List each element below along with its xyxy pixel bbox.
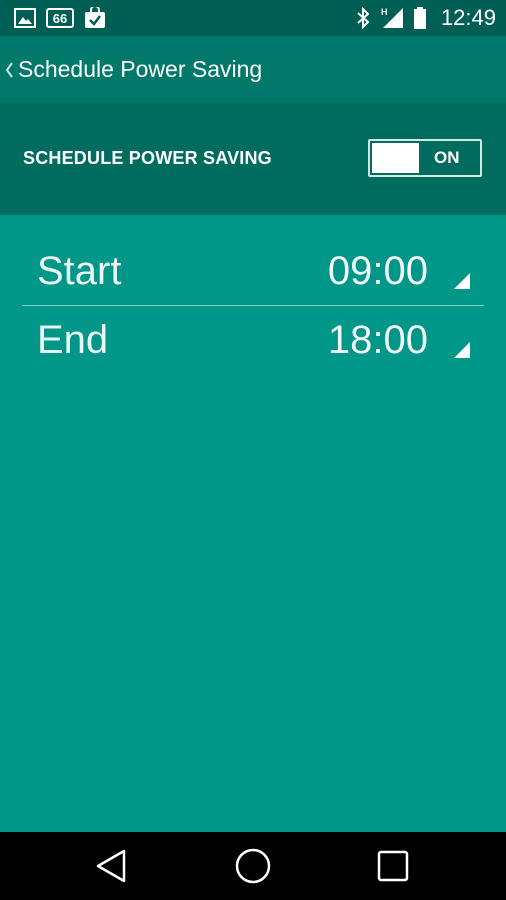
chevron-left-icon	[4, 61, 14, 79]
toggle-label: SCHEDULE POWER SAVING	[23, 148, 272, 168]
battery-icon	[413, 6, 427, 30]
toggle-section: SCHEDULE POWER SAVING ON	[0, 103, 506, 215]
start-time-value[interactable]: 09:00	[328, 249, 428, 294]
notification-icons: 66	[14, 5, 106, 29]
navigation-bar	[0, 832, 506, 900]
switch-state-text: ON	[434, 148, 460, 167]
check-bag-icon	[84, 5, 106, 29]
schedule-list: Start 09:00 End 18:00	[22, 237, 484, 374]
page-title: Schedule Power Saving	[18, 56, 263, 82]
notification-badge-text: 66	[53, 11, 67, 26]
nav-home-button[interactable]	[233, 846, 273, 886]
quote-66-icon: 66	[46, 8, 74, 28]
recents-square-icon	[377, 850, 409, 882]
signal-icon: H	[379, 6, 405, 30]
screen: 66 H 12:49 Schedule Power Saving SCHEDUL…	[0, 0, 506, 900]
dropdown-corner-icon	[454, 273, 470, 289]
home-circle-icon	[234, 847, 272, 885]
switch-thumb	[372, 143, 419, 173]
status-time: 12:49	[440, 5, 496, 30]
power-saving-switch[interactable]: ON	[368, 139, 482, 177]
back-button[interactable]: Schedule Power Saving	[0, 36, 272, 103]
status-bar: 66 H 12:49	[0, 0, 506, 36]
network-type-label: H	[381, 7, 388, 17]
end-time-row[interactable]: End 18:00	[22, 306, 484, 374]
dropdown-corner-icon	[454, 342, 470, 358]
nav-recents-button[interactable]	[373, 846, 413, 886]
end-label: End	[37, 318, 109, 362]
bluetooth-icon	[355, 6, 371, 30]
nav-back-button[interactable]	[91, 846, 131, 886]
start-time-row[interactable]: Start 09:00	[22, 237, 484, 306]
system-status: H 12:49	[355, 0, 496, 36]
end-time-value[interactable]: 18:00	[328, 318, 428, 363]
start-label: Start	[37, 249, 122, 293]
back-triangle-icon	[95, 849, 127, 883]
image-icon	[14, 8, 36, 28]
app-bar: Schedule Power Saving	[0, 36, 506, 103]
